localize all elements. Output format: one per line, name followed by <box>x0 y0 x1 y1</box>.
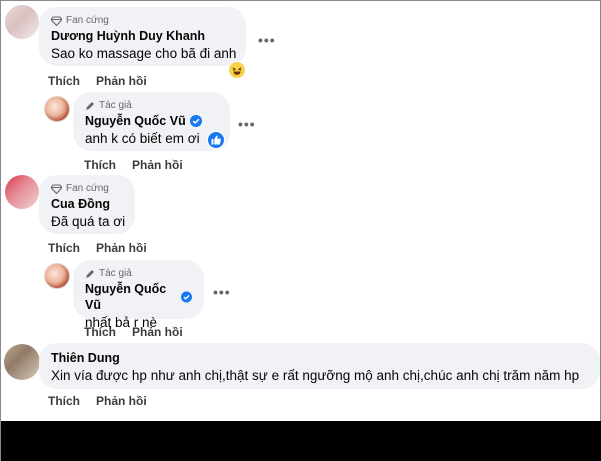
reply-button[interactable]: Phản hồi <box>96 241 147 255</box>
like-button[interactable]: Thích <box>48 74 80 88</box>
comment-text: Đã quá ta ơi <box>51 214 126 229</box>
comment-text: anh k có biết em ơi <box>85 131 200 146</box>
haha-reaction-icon[interactable] <box>228 61 246 79</box>
avatar[interactable] <box>5 5 39 39</box>
reply-bubble: Tác giả Nguyễn Quốc Vũ nhất bả r nè <box>73 260 204 330</box>
reply-button[interactable]: Phản hồi <box>96 394 147 408</box>
like-button[interactable]: Thích <box>48 241 80 255</box>
reply-button[interactable]: Phản hồi <box>132 325 183 339</box>
badge-label: Tác giả <box>99 100 132 111</box>
bottom-black-bar <box>1 421 601 461</box>
pencil-icon <box>86 101 94 110</box>
comment-bubble: Fan cứng Dương Huỳnh Duy Khanh Sao ko ma… <box>39 7 246 66</box>
badge-label: Fan cứng <box>66 183 109 194</box>
like-button[interactable]: Thích <box>48 394 80 408</box>
like-button[interactable]: Thích <box>84 325 116 339</box>
badge-label: Tác giả <box>99 268 132 279</box>
diamond-icon <box>51 15 62 26</box>
author-name[interactable]: Nguyễn Quốc Vũ <box>85 281 177 313</box>
verified-check-icon <box>189 115 202 127</box>
more-options-button[interactable]: ••• <box>258 33 276 47</box>
comments-panel: Fan cứng Dương Huỳnh Duy Khanh Sao ko ma… <box>0 0 601 461</box>
comment-text: Xin vía được hp như anh chị,thật sự e rấ… <box>51 368 580 383</box>
fan-badge: Fan cứng <box>51 182 123 195</box>
comment-bubble: Fan cứng Cua Đồng Đã quá ta ơi <box>39 175 135 234</box>
author-name[interactable]: Nguyễn Quốc Vũ <box>85 113 186 129</box>
author-badge: Tác giả <box>85 267 192 280</box>
like-button[interactable]: Thích <box>84 158 116 172</box>
comment-bubble: Thiên Dung Xin vía được hp như anh chị,t… <box>39 343 600 389</box>
fan-badge: Fan cứng <box>51 14 234 27</box>
comment-actions: Thích Phản hồi <box>48 241 147 255</box>
author-name[interactable]: Dương Huỳnh Duy Khanh <box>51 28 205 44</box>
reply-button[interactable]: Phản hồi <box>96 74 147 88</box>
pencil-icon <box>86 269 94 278</box>
like-reaction-icon[interactable] <box>207 131 225 149</box>
author-name[interactable]: Thiên Dung <box>51 350 120 366</box>
reply-button[interactable]: Phản hồi <box>132 158 183 172</box>
comment-actions: Thích Phản hồi <box>48 394 147 408</box>
reply-actions: Thích Phản hồi <box>84 158 183 172</box>
avatar[interactable] <box>5 175 39 209</box>
avatar[interactable] <box>4 344 40 380</box>
reply-actions: Thích Phản hồi <box>84 325 183 339</box>
author-badge: Tác giả <box>85 99 218 112</box>
avatar[interactable] <box>44 96 70 122</box>
badge-label: Fan cứng <box>66 15 109 26</box>
comment-text: Sao ko massage cho bã đi anh <box>51 46 237 61</box>
more-options-button[interactable]: ••• <box>213 285 231 299</box>
more-options-button[interactable]: ••• <box>238 117 256 131</box>
author-name[interactable]: Cua Đồng <box>51 196 110 212</box>
diamond-icon <box>51 183 62 194</box>
verified-check-icon <box>181 291 192 303</box>
comment-actions: Thích Phản hồi <box>48 74 147 88</box>
avatar[interactable] <box>44 263 70 289</box>
